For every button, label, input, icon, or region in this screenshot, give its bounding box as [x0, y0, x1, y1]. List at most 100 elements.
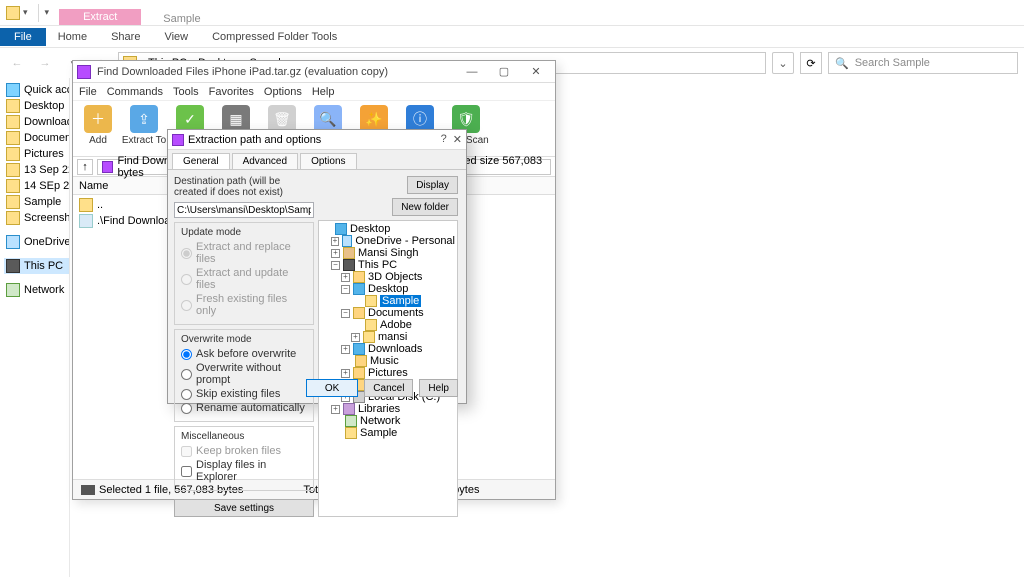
network-icon	[6, 283, 20, 297]
back-button[interactable]: ←	[6, 52, 28, 74]
radio-extract-update[interactable]: Extract and update files	[181, 266, 307, 292]
folder-icon	[363, 331, 375, 343]
folder-icon	[6, 6, 20, 20]
collapse-icon[interactable]: −	[341, 309, 350, 318]
display-button[interactable]: Display	[407, 176, 458, 194]
desktop-icon	[335, 223, 347, 235]
refresh-button[interactable]: ⟳	[800, 52, 822, 74]
tree-node-selected[interactable]: Sample	[321, 295, 455, 307]
cloud-icon	[6, 235, 20, 249]
new-folder-button[interactable]: New folder	[392, 198, 458, 216]
folder-icon	[6, 115, 20, 129]
nav-item[interactable]: Downloads	[4, 114, 69, 130]
desktop-icon	[353, 283, 365, 295]
downloads-icon	[353, 343, 365, 355]
tab-advanced[interactable]: Advanced	[232, 153, 298, 169]
nav-item[interactable]: Sample	[4, 194, 69, 210]
tab-share[interactable]: Share	[99, 28, 152, 46]
tab-view[interactable]: View	[152, 28, 200, 46]
folder-icon	[365, 319, 377, 331]
folder-icon	[6, 147, 20, 161]
tab-options[interactable]: Options	[300, 153, 356, 169]
search-input[interactable]: 🔍 Search Sample	[828, 52, 1018, 74]
chevron-down-icon[interactable]: ▾	[23, 7, 28, 18]
nav-pane: Quick access Desktop Downloads Documents…	[0, 78, 70, 577]
ok-button[interactable]: OK	[306, 379, 358, 397]
radio-fresh-only[interactable]: Fresh existing files only	[181, 292, 307, 318]
menu-item[interactable]: File	[79, 86, 97, 98]
expand-icon[interactable]: +	[341, 273, 350, 282]
folder-icon	[345, 427, 357, 439]
menu-item[interactable]: Help	[312, 86, 335, 98]
ribbon-context-tab[interactable]: Extract	[59, 9, 141, 25]
nav-item[interactable]: 13 Sep 22	[4, 162, 69, 178]
close-button[interactable]: ✕	[521, 63, 551, 81]
expand-icon[interactable]: +	[351, 333, 360, 342]
tab-home[interactable]: Home	[46, 28, 99, 46]
help-button[interactable]: Help	[419, 379, 458, 397]
nav-item[interactable]: Documents	[4, 130, 69, 146]
expand-icon[interactable]: +	[331, 237, 339, 246]
forward-button[interactable]: →	[34, 52, 56, 74]
maximize-button[interactable]: ▢	[489, 63, 519, 81]
menu-item[interactable]: Tools	[173, 86, 199, 98]
nav-item[interactable]: Desktop	[4, 98, 69, 114]
extract-to-button[interactable]: ⇪Extract To	[123, 105, 165, 146]
save-settings-button[interactable]: Save settings	[174, 499, 314, 517]
radio-extract-replace[interactable]: Extract and replace files	[181, 240, 307, 266]
radio-overwrite-noprompt[interactable]: Overwrite without prompt	[181, 361, 307, 387]
3d-objects-icon	[353, 271, 365, 283]
user-icon	[343, 247, 355, 259]
collapse-icon[interactable]: −	[331, 261, 340, 270]
collapse-icon[interactable]: −	[341, 285, 350, 294]
network-icon	[345, 415, 357, 427]
tab-general[interactable]: General	[172, 153, 230, 169]
ribbon-context-label: Sample	[141, 13, 222, 25]
nav-onedrive[interactable]: OneDrive - P	[4, 234, 69, 250]
radio-ask-overwrite[interactable]: Ask before overwrite	[181, 347, 307, 361]
folder-icon	[6, 211, 20, 225]
nav-network[interactable]: Network	[4, 282, 69, 298]
dialog-title: Extraction path and options	[188, 134, 437, 146]
drive-icon	[81, 485, 95, 495]
nav-item[interactable]: Pictures	[4, 146, 69, 162]
extraction-dialog: Extraction path and options ? ✕ General A…	[167, 129, 467, 404]
pc-icon	[6, 259, 20, 273]
libraries-icon	[343, 403, 355, 415]
dialog-titlebar[interactable]: Extraction path and options ? ✕	[168, 130, 466, 150]
menu-item[interactable]: Commands	[107, 86, 163, 98]
help-icon[interactable]: ?	[441, 133, 447, 146]
winrar-titlebar[interactable]: Find Downloaded Files iPhone iPad.tar.gz…	[73, 61, 555, 83]
dest-path-input[interactable]	[174, 202, 314, 218]
folder-icon	[365, 295, 377, 307]
radio-rename-auto[interactable]: Rename automatically	[181, 401, 307, 415]
nav-item[interactable]: 14 SEp 22	[4, 178, 69, 194]
expand-icon[interactable]: +	[341, 369, 350, 378]
up-button[interactable]: ↑	[77, 159, 93, 175]
add-button[interactable]: ＋Add	[77, 105, 119, 146]
address-chevron-icon[interactable]: ⌄	[772, 52, 794, 74]
group-update-mode: Update mode Extract and replace files Ex…	[174, 222, 314, 325]
nav-item[interactable]: Screenshots	[4, 210, 69, 226]
radio-skip-existing[interactable]: Skip existing files	[181, 387, 307, 401]
group-miscellaneous: Miscellaneous Keep broken files Display …	[174, 426, 314, 491]
tab-compressed-tools[interactable]: Compressed Folder Tools	[200, 28, 349, 46]
expand-icon[interactable]: +	[331, 249, 340, 258]
folder-tree[interactable]: Desktop +OneDrive - Personal +Mansi Sing…	[318, 220, 458, 517]
folder-icon	[6, 195, 20, 209]
folder-icon	[79, 198, 93, 212]
chevron-down-icon[interactable]: ▾	[45, 7, 50, 18]
close-icon[interactable]: ✕	[453, 133, 462, 146]
music-icon	[355, 355, 367, 367]
expand-icon[interactable]: +	[341, 345, 350, 354]
nav-this-pc[interactable]: This PC	[4, 258, 69, 274]
menu-item[interactable]: Favorites	[209, 86, 254, 98]
check-display-explorer[interactable]: Display files in Explorer	[181, 458, 307, 484]
file-menu[interactable]: File	[0, 28, 46, 46]
check-keep-broken[interactable]: Keep broken files	[181, 444, 307, 458]
expand-icon[interactable]: +	[331, 405, 340, 414]
nav-quick-access[interactable]: Quick access	[4, 82, 69, 98]
menu-item[interactable]: Options	[264, 86, 302, 98]
cancel-button[interactable]: Cancel	[364, 379, 413, 397]
minimize-button[interactable]: —	[457, 63, 487, 81]
